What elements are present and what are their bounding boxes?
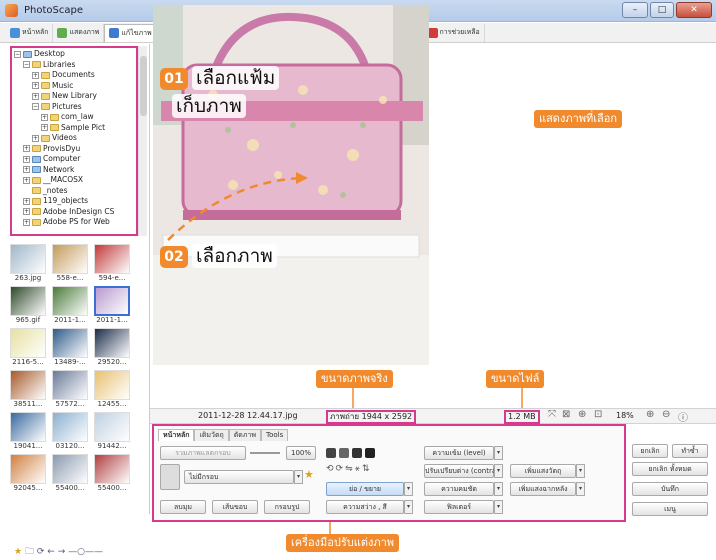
arrow-head [296,172,308,184]
arrow-overlay [167,172,523,534]
photoscape-window: PhotoScape – □ ✕ หน้าหลัก แสดงภาพ แก้ไขภาพ… [0,0,716,558]
dashed-arrow [167,176,305,241]
